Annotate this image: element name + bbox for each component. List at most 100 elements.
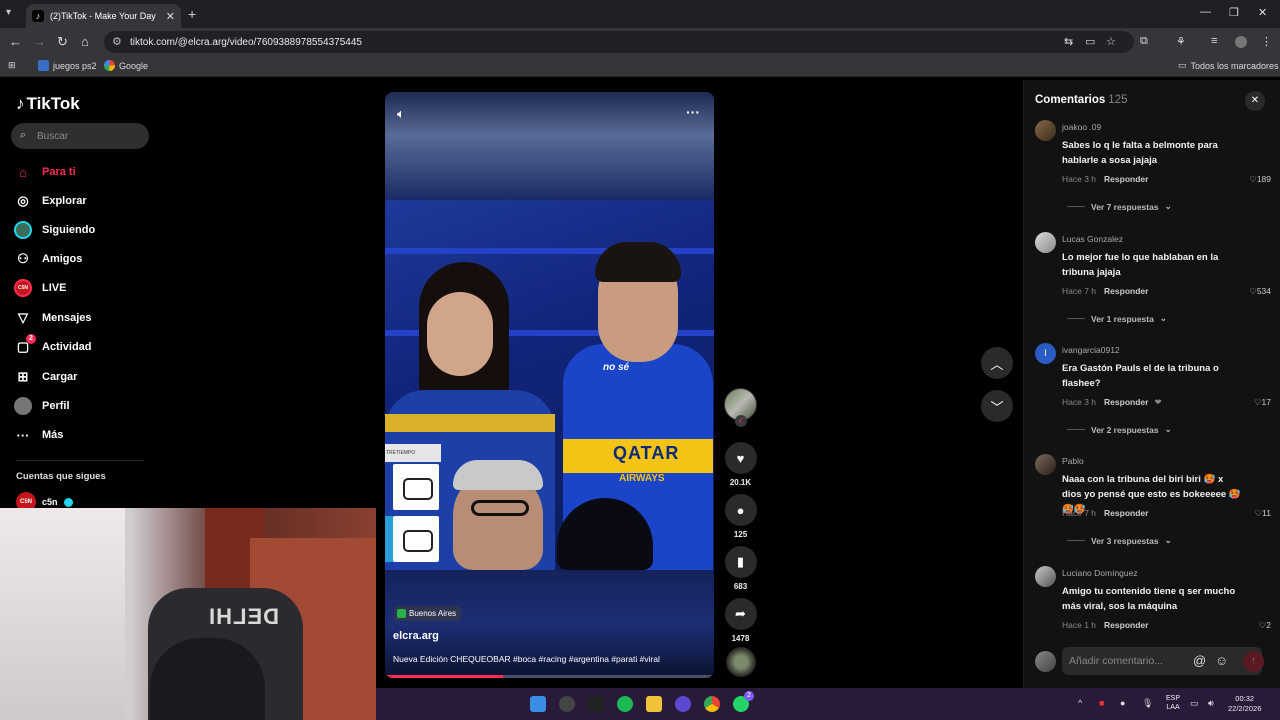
nav-live[interactable]: C5N LIVE — [14, 279, 66, 297]
music-disc-icon[interactable] — [726, 647, 756, 677]
comment-like-button[interactable]: ♡2 — [1259, 620, 1271, 631]
previous-video-button[interactable]: ︿ — [981, 347, 1013, 379]
google-icon — [104, 60, 115, 71]
minimize-icon[interactable]: — — [1200, 6, 1211, 18]
comment-user[interactable]: Luciano Domínguez — [1062, 568, 1138, 578]
nav-mas[interactable]: ··· Más — [14, 426, 64, 444]
tray-chevron-icon[interactable]: ^ — [1078, 698, 1082, 708]
forward-icon[interactable]: → — [33, 34, 46, 49]
nav-label: Mensajes — [42, 312, 92, 324]
tiktok-logo[interactable]: ♪ TikTok — [16, 94, 80, 114]
comment-like-button[interactable]: ♡189 — [1249, 174, 1271, 185]
apps-icon[interactable]: ⊞ — [8, 60, 16, 71]
menu-dots-icon[interactable]: ⋮ — [1261, 35, 1272, 48]
profile-icon[interactable] — [1235, 36, 1247, 48]
avatar[interactable] — [1035, 232, 1056, 253]
bookmark-star-icon[interactable]: ☆ — [1106, 35, 1116, 48]
view-replies-button[interactable]: Ver 7 respuestas ⌄ — [1067, 201, 1172, 212]
comment-button[interactable]: ● 125 — [724, 494, 757, 539]
nav-label: Explorar — [42, 195, 87, 207]
reload-icon[interactable]: ↻ — [57, 34, 68, 50]
comment-user[interactable]: ivangarcia0912 — [1062, 345, 1120, 355]
clock[interactable]: 00:32 22/2/2026 — [1228, 694, 1261, 714]
view-replies-button[interactable]: Ver 2 respuestas ⌄ — [1067, 424, 1172, 435]
microphone-icon[interactable]: 🎙︎ — [1142, 698, 1153, 709]
progress-fill — [385, 675, 504, 678]
language-indicator[interactable]: ESP LAA — [1166, 694, 1180, 712]
location-badge[interactable]: Buenos Aires — [394, 606, 462, 621]
video-author[interactable]: elcra.arg — [393, 630, 439, 642]
more-options-icon[interactable]: ··· — [686, 104, 700, 120]
nav-cargar[interactable]: ⊞ Cargar — [14, 368, 78, 386]
reply-button[interactable]: Responder — [1104, 286, 1148, 296]
bookmark-juegos[interactable]: juegos ps2 — [38, 60, 97, 71]
epic-games-icon[interactable] — [588, 696, 604, 712]
comment-time: Hace 3 h — [1062, 174, 1097, 184]
address-bar[interactable]: ⚙ tiktok.com/@elcra.arg/video/7609388978… — [104, 31, 1134, 53]
restore-icon[interactable]: ❐ — [1229, 6, 1239, 19]
extensions-icon[interactable]: ⧉ — [1140, 35, 1148, 48]
avatar[interactable] — [1035, 566, 1056, 587]
reply-button[interactable]: Responder — [1104, 174, 1148, 184]
app-icon[interactable] — [675, 696, 691, 712]
close-tab-icon[interactable]: ✕ — [166, 10, 175, 23]
avatar[interactable] — [1035, 120, 1056, 141]
tray-app-icon[interactable]: ■ — [1099, 698, 1104, 708]
bookmark-google[interactable]: Google — [104, 60, 148, 71]
tray-app-icon[interactable]: ● — [1120, 698, 1125, 708]
nav-amigos[interactable]: ⚇ Amigos — [14, 250, 82, 268]
nav-explorar[interactable]: ◎ Explorar — [14, 192, 87, 210]
nav-para-ti[interactable]: ⌂ Para ti — [14, 163, 76, 181]
site-info-icon[interactable]: ⚙ — [112, 35, 122, 48]
view-replies-button[interactable]: Ver 3 respuestas ⌄ — [1067, 535, 1172, 546]
avatar[interactable]: I — [1035, 343, 1056, 364]
tab-search-icon[interactable]: ▾ — [6, 7, 11, 18]
nav-siguiendo[interactable]: Siguiendo — [14, 221, 95, 239]
comment-user[interactable]: Pablo — [1062, 456, 1084, 466]
mention-icon[interactable]: @ — [1193, 653, 1206, 668]
emoji-icon[interactable]: ☺ — [1215, 653, 1228, 668]
like-button[interactable]: ♥ 20.1K — [724, 442, 757, 487]
chrome-icon[interactable] — [704, 696, 720, 712]
back-icon[interactable]: ← — [9, 34, 22, 49]
comment-input[interactable]: Añadir comentario... — [1062, 647, 1262, 675]
nav-actividad[interactable]: ▢ 2 Actividad — [14, 334, 92, 356]
comment-like-button[interactable]: ♡534 — [1249, 286, 1271, 297]
comment-user[interactable]: Lucas Gonzalez — [1062, 234, 1123, 244]
monitor-icon[interactable]: ▭ — [1190, 698, 1199, 709]
volume-icon[interactable]: 🔊︎ — [1208, 698, 1214, 709]
browser-tab[interactable]: ♪ (2)TikTok - Make Your Day ✕ — [26, 4, 181, 28]
video-progress[interactable] — [385, 675, 714, 678]
vpn-icon[interactable]: ⚘ — [1176, 35, 1186, 48]
file-explorer-icon[interactable] — [646, 696, 662, 712]
app-icon[interactable] — [559, 696, 575, 712]
volume-icon[interactable]: 🔈︎ — [397, 106, 405, 122]
comment-like-button[interactable]: ♡17 — [1254, 397, 1271, 408]
cast-icon[interactable]: ▭ — [1085, 35, 1095, 48]
spotify-icon[interactable] — [617, 696, 633, 712]
reply-button[interactable]: Responder — [1104, 397, 1148, 407]
home-icon[interactable]: ⌂ — [81, 34, 89, 49]
search-input[interactable]: ⌕ Buscar — [11, 123, 149, 149]
reply-button[interactable]: Responder — [1104, 620, 1148, 630]
translate-icon[interactable]: ⇆ — [1064, 35, 1073, 48]
close-icon[interactable]: ✕ — [1245, 91, 1265, 111]
reading-list-icon[interactable]: ≡ — [1211, 35, 1217, 47]
start-icon[interactable] — [530, 696, 546, 712]
share-button[interactable]: ➦ 1478 — [724, 598, 757, 643]
send-comment-button[interactable]: ↑ — [1243, 651, 1264, 672]
reply-button[interactable]: Responder — [1104, 508, 1148, 518]
close-window-icon[interactable]: ✕ — [1258, 6, 1267, 19]
follow-check-icon[interactable]: ✓ — [735, 415, 747, 427]
comment-user[interactable]: joakoo .09 — [1062, 122, 1101, 132]
all-bookmarks[interactable]: ▭ Todos los marcadores — [1178, 60, 1279, 71]
nav-mensajes[interactable]: ▽ Mensajes — [14, 309, 92, 327]
new-tab-icon[interactable]: + — [188, 6, 196, 22]
video-player[interactable]: no sé QATAR AIRWAYS TRETIEMPO 🔈︎ ··· Bue… — [385, 92, 714, 678]
view-replies-button[interactable]: Ver 1 respuesta ⌄ — [1067, 313, 1167, 324]
next-video-button[interactable]: ﹀ — [981, 390, 1013, 422]
nav-perfil[interactable]: Perfil — [14, 397, 70, 415]
avatar[interactable] — [1035, 454, 1056, 475]
save-button[interactable]: ▮ 683 — [724, 546, 757, 591]
comment-like-button[interactable]: ♡11 — [1255, 508, 1271, 519]
